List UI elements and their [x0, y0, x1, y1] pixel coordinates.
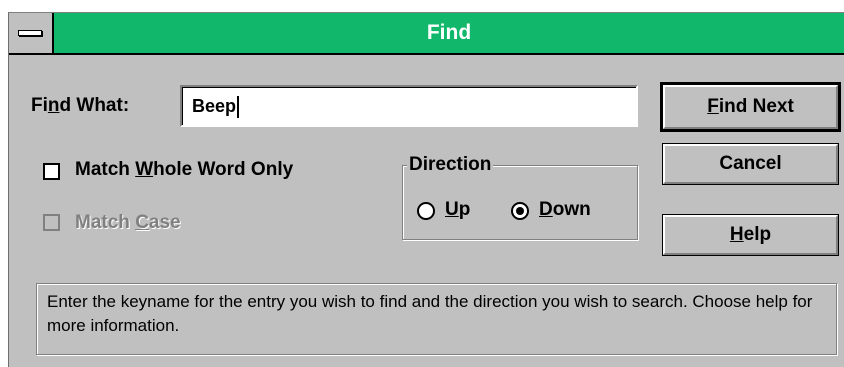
find-what-input[interactable]: Beep	[180, 85, 638, 127]
radio-selected-dot	[516, 207, 524, 215]
find-what-value: Beep	[192, 96, 237, 116]
find-what-label: Find What:	[31, 95, 130, 116]
window-title: Find	[426, 21, 472, 44]
direction-down-label[interactable]: Down	[539, 199, 591, 221]
find-next-button[interactable]: Find Next	[660, 82, 841, 132]
system-menu-button[interactable]	[9, 13, 54, 53]
match-whole-word-label[interactable]: Match Whole Word Only	[75, 159, 293, 181]
help-button[interactable]: Help	[662, 214, 839, 256]
match-case-checkbox	[43, 214, 60, 231]
direction-group-title: Direction	[407, 153, 494, 177]
title-bar[interactable]: Find	[9, 13, 844, 55]
text-caret	[237, 96, 240, 119]
status-help-text: Enter the keyname for the entry you wish…	[36, 283, 837, 355]
cancel-button[interactable]: Cancel	[662, 143, 839, 185]
find-dialog: Find Find What: Beep Match Whole Word On…	[8, 12, 844, 367]
system-menu-icon	[18, 30, 42, 36]
direction-up-radio[interactable]	[417, 202, 435, 220]
direction-up-label[interactable]: Up	[445, 199, 470, 221]
match-case-label: Match Case	[75, 212, 181, 233]
match-whole-word-checkbox[interactable]	[43, 163, 60, 180]
direction-down-radio[interactable]	[511, 202, 529, 220]
